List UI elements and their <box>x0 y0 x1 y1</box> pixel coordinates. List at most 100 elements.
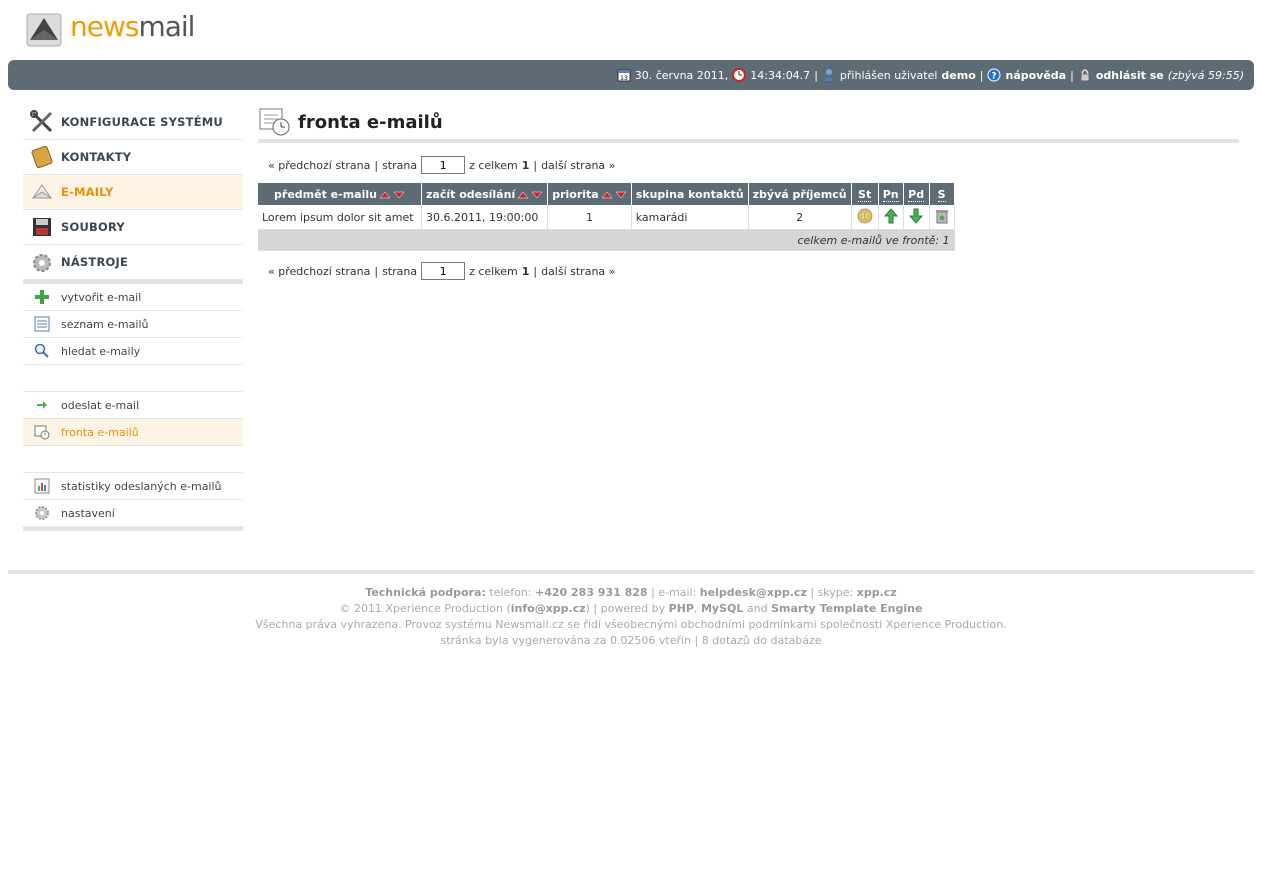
email-queue-table: předmět e-mailu začít odesílání priorita… <box>258 183 955 251</box>
separator: | <box>533 264 538 278</box>
sidebar-item-konfigurace[interactable]: KONFIGURACE SYSTÉMU <box>23 105 243 140</box>
footer: Technická podpora: telefon: +420 283 931… <box>0 585 1262 649</box>
table-footer-row: celkem e-mailů ve frontě: 1 <box>258 229 955 251</box>
col-priority[interactable]: priorita <box>547 183 632 205</box>
sidebar-item-hledat-emaily[interactable]: hledat e-maily <box>23 338 243 365</box>
separator: | <box>814 68 818 82</box>
cell-remaining: 2 <box>748 205 852 230</box>
queue-total: celkem e-mailů ve frontě: 1 <box>258 229 955 251</box>
total-prefix: z celkem <box>469 158 518 172</box>
sort-arrows-icon[interactable] <box>517 191 543 199</box>
current-time: 14:34:04.7 <box>750 68 811 82</box>
sidebar-item-emaily[interactable]: E-MAILY <box>23 175 243 210</box>
col-label: zbývá příjemců <box>752 187 847 201</box>
prev-page-link[interactable]: « předchozí strana <box>268 265 370 278</box>
support-label: Technická podpora: <box>365 586 486 599</box>
cell-priority: 1 <box>547 205 632 230</box>
status-pause-icon[interactable] <box>857 208 873 224</box>
sidebar-item-seznam-emailu[interactable]: seznam e-mailů <box>23 311 243 338</box>
footer-support-line: Technická podpora: telefon: +420 283 931… <box>0 585 1262 601</box>
sidebar-item-statistiky[interactable]: statistiky odeslaných e-mailů <box>23 473 243 500</box>
sidebar-gap <box>23 365 243 392</box>
sidebar-gap <box>23 446 243 473</box>
sidebar-item-vytvorit-email[interactable]: vytvořit e-mail <box>23 284 243 311</box>
copyright-text: © 2011 Xperience Production ( <box>339 602 511 615</box>
cell-up <box>878 205 904 230</box>
footer-copyright-line: © 2011 Xperience Production (info@xpp.cz… <box>0 601 1262 617</box>
logged-label: přihlášen uživatel <box>839 68 938 82</box>
move-up-icon[interactable] <box>883 207 898 224</box>
separator: | <box>979 68 984 82</box>
skype-label: | skype: <box>810 586 854 599</box>
sidebar-item-kontakty[interactable]: KONTAKTY <box>23 140 243 175</box>
sidebar-item-label: SOUBORY <box>61 220 125 234</box>
col-label: Pd <box>908 187 925 202</box>
help-link[interactable]: nápověda <box>1005 69 1066 82</box>
sidebar-item-label: KONFIGURACE SYSTÉMU <box>61 115 223 129</box>
plus-icon <box>23 289 61 305</box>
col-group: skupina kontaktů <box>631 183 749 205</box>
col-delete: S <box>929 183 955 205</box>
powered-text: ) | powered by <box>585 602 666 615</box>
col-subject[interactable]: předmět e-mailu <box>258 183 422 205</box>
php-link[interactable]: PHP <box>669 602 694 615</box>
sort-arrows-icon[interactable] <box>379 191 405 199</box>
prev-page-link[interactable]: « předchozí strana <box>268 159 370 172</box>
logout-link[interactable]: odhlásit se <box>1096 69 1164 82</box>
svg-text:13: 13 <box>620 75 628 82</box>
support-email-link[interactable]: helpdesk@xpp.cz <box>700 586 807 599</box>
sidebar-item-label: vytvořit e-mail <box>61 290 142 304</box>
address-book-icon <box>23 145 61 169</box>
sidebar-item-odeslat-email[interactable]: odeslat e-mail <box>23 392 243 419</box>
gear-icon <box>23 505 61 521</box>
delete-icon[interactable] <box>935 208 949 224</box>
lock-icon <box>1080 69 1090 82</box>
logo[interactable]: newsmail <box>22 8 195 56</box>
table-row: Lorem ipsum dolor sit amet 30.6.2011, 19… <box>258 205 955 230</box>
footer-rights-line: Všechna práva vyhrazena. Provoz systému … <box>255 618 1007 631</box>
page-label: strana <box>382 264 418 278</box>
cell-start: 30.6.2011, 19:00:00 <box>421 205 549 230</box>
comma: , <box>693 602 698 615</box>
support-phone: +420 283 931 828 <box>535 586 648 599</box>
sidebar-item-nastroje[interactable]: NÁSTROJE <box>23 245 243 280</box>
sidebar-item-soubory[interactable]: SOUBORY <box>23 210 243 245</box>
envelope-icon <box>23 180 61 204</box>
next-page-link[interactable]: další strana » <box>541 265 615 278</box>
next-page-link[interactable]: další strana » <box>541 159 615 172</box>
sidebar-item-label: odeslat e-mail <box>61 398 140 412</box>
sidebar-item-label: statistiky odeslaných e-mailů <box>61 479 222 493</box>
svg-text:?: ? <box>992 72 997 82</box>
info-email-link[interactable]: info@xpp.cz <box>511 602 586 615</box>
list-icon <box>23 316 61 332</box>
sort-arrows-icon[interactable] <box>601 191 627 199</box>
col-label: priorita <box>552 187 599 201</box>
phone-label: telefon: <box>489 586 532 599</box>
page-number-input[interactable] <box>421 156 466 174</box>
separator: | <box>374 264 379 278</box>
col-start[interactable]: začít odesílání <box>421 183 549 205</box>
sidebar-item-label: E-MAILY <box>61 185 114 199</box>
sidebar-item-label: seznam e-mailů <box>61 317 149 331</box>
help-icon: ? <box>987 68 1001 82</box>
sidebar-item-fronta-emailu[interactable]: fronta e-mailů <box>23 419 243 446</box>
separator: | <box>1070 68 1074 82</box>
page-header: fronta e-mailů <box>258 105 1239 143</box>
floppy-icon <box>23 216 61 238</box>
main-content: fronta e-mailů « předchozí strana | stra… <box>258 105 1239 281</box>
col-status: St <box>851 183 879 205</box>
page-number-input[interactable] <box>421 262 466 280</box>
smarty-link[interactable]: Smarty Template Engine <box>771 602 922 615</box>
and-text: and <box>746 602 768 615</box>
sidebar-item-nastaveni[interactable]: nastavení <box>23 500 243 527</box>
move-down-icon[interactable] <box>909 208 924 224</box>
pager-bottom: « předchozí strana | strana z celkem 1 |… <box>268 261 1239 281</box>
sidebar-item-label: nastavení <box>61 506 115 520</box>
col-label: St <box>858 187 872 202</box>
cell-delete <box>929 205 955 230</box>
col-label: skupina kontaktů <box>635 187 744 201</box>
mysql-link[interactable]: MySQL <box>701 602 743 615</box>
footer-divider <box>8 570 1254 574</box>
queue-title-icon <box>259 108 290 136</box>
total-prefix: z celkem <box>469 264 518 278</box>
